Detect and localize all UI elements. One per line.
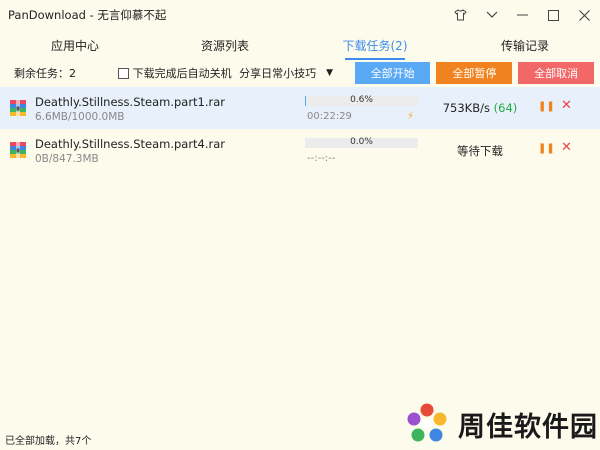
- download-row[interactable]: Deathly.Stillness.Steam.part4.rar 0B/847…: [0, 129, 600, 171]
- download-speed: 753KB/s (64): [430, 101, 530, 115]
- download-row[interactable]: Deathly.Stillness.Steam.part1.rar 6.6MB/…: [0, 87, 600, 129]
- tab-resource-list[interactable]: 资源列表: [150, 30, 300, 60]
- watermark-text: 周佳软件园: [458, 411, 598, 443]
- download-list: Deathly.Stillness.Steam.part1.rar 6.6MB/…: [0, 87, 600, 171]
- main-tabs: 应用中心 资源列表 下载任务(2) 传输记录: [0, 30, 600, 60]
- cancel-icon[interactable]: ✕: [561, 98, 572, 113]
- checkbox-box[interactable]: [117, 67, 129, 79]
- watermark: 周佳软件园: [404, 402, 598, 446]
- file-name: Deathly.Stillness.Steam.part1.rar: [35, 95, 226, 109]
- download-status: 等待下载: [457, 144, 503, 158]
- cancel-icon[interactable]: ✕: [561, 140, 572, 155]
- title-bar: PanDownload - 无言仰慕不起: [0, 0, 600, 30]
- auto-shutdown-label: 下载完成后自动关机: [132, 67, 232, 80]
- window-title: PanDownload - 无言仰慕不起: [8, 8, 167, 22]
- file-size-progress: 0B/847.3MB: [35, 153, 99, 165]
- download-toolbar: 剩余任务：2 下载完成后自动关机 分享日常小技巧 ▼ 全部开始 全部暂停 全部取…: [0, 60, 600, 86]
- skin-shirt-icon[interactable]: [445, 0, 476, 30]
- speed-value: 753KB/s: [442, 101, 490, 115]
- file-size-progress: 6.6MB/1000.0MB: [35, 111, 125, 123]
- tab-app-center[interactable]: 应用中心: [0, 30, 150, 60]
- minimize-icon[interactable]: [507, 0, 538, 30]
- lightning-icon: ⚡: [407, 111, 415, 122]
- status-bar-text: 已全部加载，共7个: [5, 436, 92, 447]
- remaining-tasks-count: 剩余任务：2: [14, 67, 76, 80]
- tab-transfer-records[interactable]: 传输记录: [450, 30, 600, 60]
- tips-dropdown[interactable]: 分享日常小技巧 ▼: [239, 65, 349, 81]
- menu-chevron-down-icon[interactable]: [476, 0, 507, 30]
- cancel-all-button[interactable]: 全部取消: [518, 62, 594, 84]
- auto-shutdown-checkbox[interactable]: 下载完成后自动关机: [117, 65, 236, 81]
- file-name: Deathly.Stillness.Steam.part4.rar: [35, 137, 226, 151]
- time-remaining: --:--:--: [307, 153, 336, 164]
- watermark-logo-icon: [407, 403, 447, 442]
- time-remaining: 00:22:29: [307, 111, 352, 122]
- start-all-button[interactable]: 全部开始: [354, 62, 431, 84]
- close-icon[interactable]: [569, 0, 600, 30]
- maximize-icon[interactable]: [538, 0, 569, 30]
- pause-icon[interactable]: ❚❚: [538, 143, 555, 154]
- tips-label: 分享日常小技巧: [239, 67, 317, 80]
- rar-archive-icon: [9, 141, 27, 159]
- progress-percent: 0.6%: [350, 95, 373, 105]
- pause-all-button[interactable]: 全部暂停: [436, 62, 513, 84]
- connection-count: (64): [493, 101, 518, 115]
- window-controls: [445, 0, 600, 30]
- tab-download-tasks[interactable]: 下载任务(2): [300, 30, 450, 60]
- rar-archive-icon: [9, 99, 27, 117]
- progress-percent: 0.0%: [350, 137, 373, 147]
- pause-icon[interactable]: ❚❚: [538, 101, 555, 112]
- dropdown-arrow-icon: ▼: [326, 68, 334, 78]
